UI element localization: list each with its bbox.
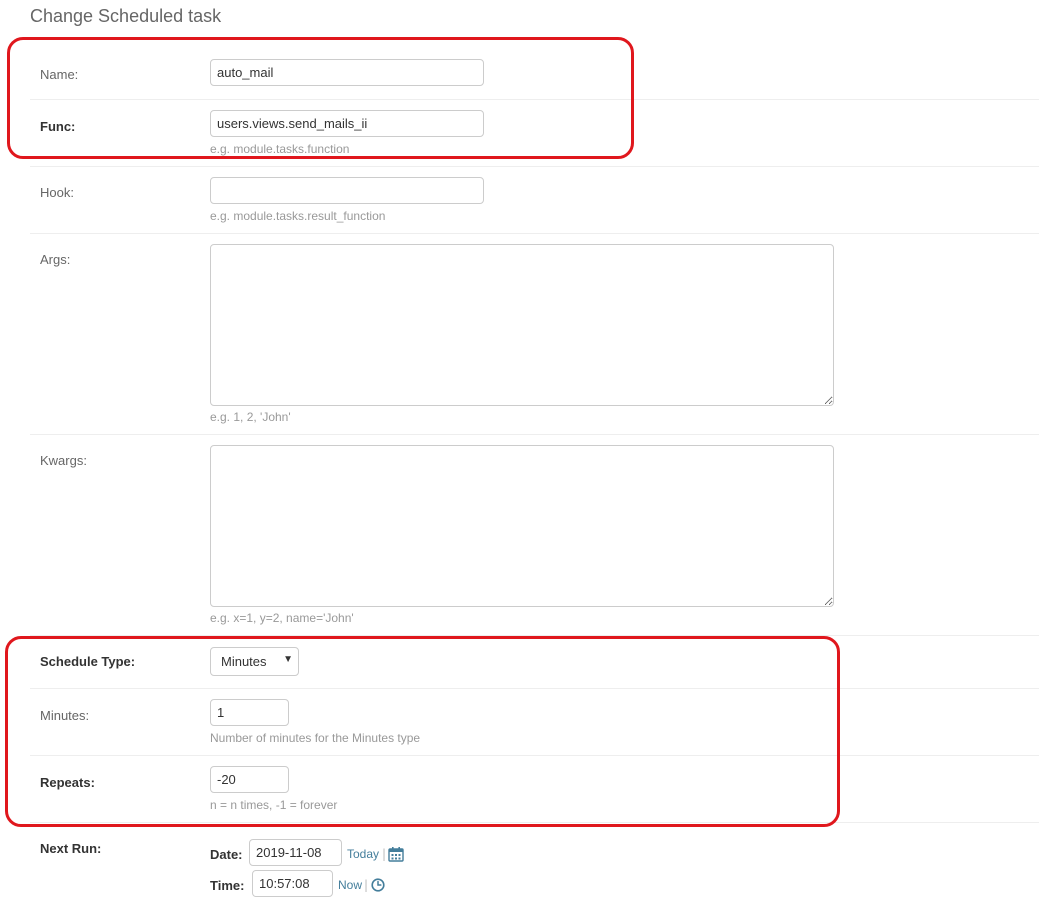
form-row-repeats: Repeats: n = n times, -1 = forever [30, 756, 1039, 823]
form-row-hook: Hook: e.g. module.tasks.result_function [30, 167, 1039, 234]
hook-help: e.g. module.tasks.result_function [210, 209, 386, 223]
clock-icon[interactable] [371, 878, 385, 892]
minutes-label: Minutes: [40, 708, 90, 723]
form-row-func: Func: e.g. module.tasks.function [30, 100, 1039, 167]
calendar-icon[interactable] [388, 846, 404, 862]
next-run-label: Next Run: [40, 841, 102, 856]
hook-label: Hook: [40, 185, 74, 200]
func-label: Func: [40, 119, 76, 134]
kwargs-help: e.g. x=1, y=2, name='John' [210, 611, 354, 625]
date-separator: | [382, 847, 387, 861]
time-separator: | [364, 878, 369, 892]
repeats-help: n = n times, -1 = forever [210, 798, 338, 812]
args-label: Args: [40, 252, 71, 267]
form-row-minutes: Minutes: Number of minutes for the Minut… [30, 689, 1039, 756]
form-row-name: Name: [30, 44, 1039, 100]
minutes-help: Number of minutes for the Minutes type [210, 731, 421, 745]
hook-input[interactable] [210, 177, 484, 204]
form-row-args: Args: e.g. 1, 2, 'John' [30, 234, 1039, 435]
func-input[interactable] [210, 110, 484, 137]
time-input[interactable] [252, 870, 333, 897]
repeats-input[interactable] [210, 766, 289, 793]
time-label: Time: [210, 878, 245, 893]
dropdown-arrow-icon: ▼ [283, 654, 293, 665]
page-title: Change Scheduled task [30, 6, 222, 26]
name-input[interactable] [210, 59, 484, 86]
repeats-label: Repeats: [40, 775, 95, 790]
now-link[interactable]: Now [338, 878, 362, 892]
date-label: Date: [210, 847, 243, 862]
form-row-schedule-type: Schedule Type: Minutes ▼ [30, 636, 1039, 689]
schedule-type-selected: Minutes [221, 654, 267, 669]
form-row-next-run: Next Run: Date: Today | Time: Now | [30, 823, 1039, 914]
kwargs-label: Kwargs: [40, 453, 87, 468]
schedule-type-label: Schedule Type: [40, 654, 136, 669]
kwargs-textarea[interactable] [210, 445, 834, 607]
args-help: e.g. 1, 2, 'John' [210, 410, 291, 424]
minutes-input[interactable] [210, 699, 289, 726]
today-link[interactable]: Today [347, 847, 379, 861]
date-input[interactable] [249, 839, 342, 866]
func-help: e.g. module.tasks.function [210, 142, 350, 156]
name-label: Name: [40, 67, 79, 82]
args-textarea[interactable] [210, 244, 834, 406]
form-row-kwargs: Kwargs: e.g. x=1, y=2, name='John' [30, 435, 1039, 636]
schedule-type-select[interactable]: Minutes ▼ [210, 647, 299, 676]
